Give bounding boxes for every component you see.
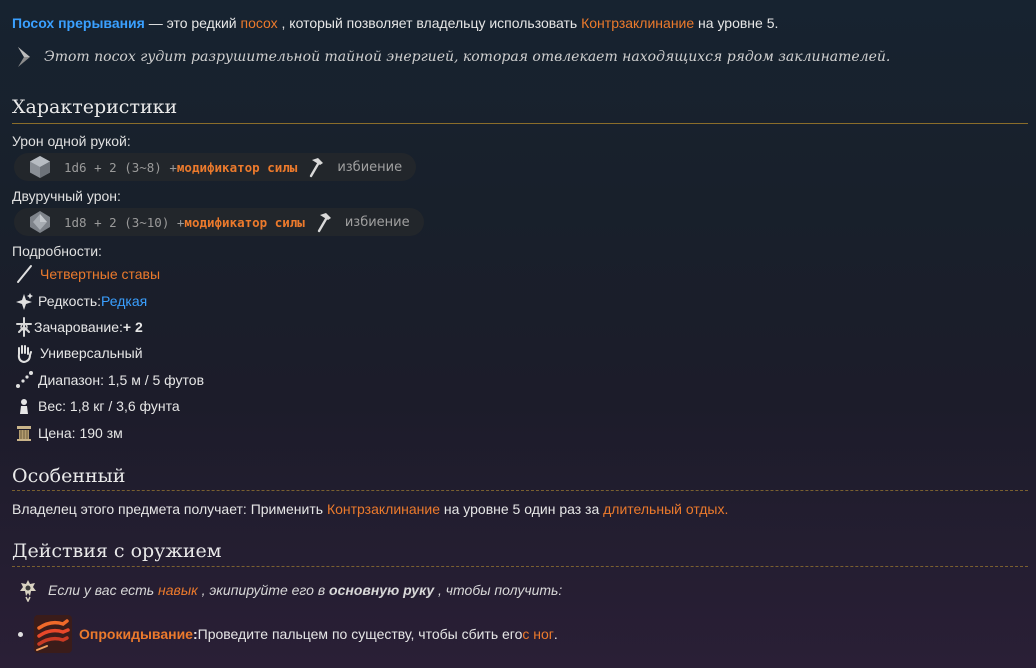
rarity-label: Редкость: <box>38 293 102 309</box>
proficiency-link[interactable]: навык <box>158 582 198 598</box>
action-description: Проведите пальцем по существу, чтобы сби… <box>197 626 523 642</box>
action-end: . <box>553 626 558 642</box>
details-label: Подробности: <box>12 243 102 259</box>
detail-range: Диапазон: 1,5 м / 5 футов <box>14 370 204 390</box>
bludgeon-icon <box>317 213 331 233</box>
range-icon <box>16 371 33 388</box>
special-spell-link[interactable]: Контрзаклинание <box>327 501 440 517</box>
spell-link[interactable]: Контрзаклинание <box>581 15 694 31</box>
prone-link[interactable]: с ног <box>522 626 554 642</box>
intro-line: Посох прерывания — это редкий посох , ко… <box>12 15 778 31</box>
flavor-quote: Этот посох гудит разрушительной тайной э… <box>14 46 890 68</box>
one-hand-damage-type: избиение <box>337 159 403 175</box>
quote-marker-icon <box>18 47 30 67</box>
detail-category: Четвертные ставы <box>14 264 160 284</box>
special-text: Владелец этого предмета получает: Примен… <box>12 501 728 517</box>
enchant-label: Зачарование: <box>34 319 123 335</box>
special-divider <box>12 490 1028 491</box>
special-heading: Особенный <box>12 465 126 487</box>
detail-rarity: Редкость: Редкая <box>14 291 147 311</box>
topple-action-link[interactable]: Опрокидывание <box>79 626 193 642</box>
characteristics-heading: Характеристики <box>12 96 178 118</box>
weapon-actions-divider <box>12 566 1028 567</box>
quarterstaff-icon <box>17 265 32 283</box>
intro-text-2: , который позволяет владельцу использова… <box>277 15 582 31</box>
characteristics-divider <box>12 123 1028 124</box>
long-rest-link[interactable]: длительный отдых. <box>603 501 728 517</box>
two-hand-modifier[interactable]: модификатор силы <box>184 215 304 230</box>
range-text: Диапазон: 1,5 м / 5 футов <box>38 372 205 388</box>
category-link[interactable]: Четвертные ставы <box>40 266 160 282</box>
detail-weight: Вес: 1,8 кг / 3,6 фунта <box>14 396 180 416</box>
handedness-text: Универсальный <box>40 345 143 361</box>
rarity-value-link[interactable]: Редкая <box>101 293 147 309</box>
item-type-link[interactable]: посох <box>240 15 277 31</box>
detail-handedness: Универсальный <box>14 343 143 363</box>
detail-enchantment: Зачарование: + 2 <box>14 317 143 337</box>
enchant-value: + 2 <box>122 319 143 335</box>
price-text: Цена: 190 зм <box>38 425 123 441</box>
one-hand-modifier[interactable]: модификатор силы <box>177 160 297 175</box>
d8-die-icon <box>30 211 50 233</box>
two-hand-dice: 1d8 + 2 (3~10) + <box>64 214 185 230</box>
two-hand-damage-type: избиение <box>344 214 410 230</box>
one-hand-label: Урон одной рукой: <box>12 133 131 149</box>
item-name-link[interactable]: Посох прерывания <box>12 15 145 31</box>
weight-text: Вес: 1,8 кг / 3,6 фунта <box>38 398 180 414</box>
main-hand-text: основную руку <box>329 582 435 598</box>
intro-text-1: — это редкий <box>144 15 241 31</box>
weight-icon <box>20 399 28 414</box>
list-bullet <box>18 631 23 637</box>
note-text-2: , экипируйте его в <box>197 582 330 598</box>
hand-icon <box>17 345 32 363</box>
topple-action-icon <box>34 615 72 653</box>
weapon-actions-heading: Действия с оружием <box>12 540 222 562</box>
note-text-1: Если у вас есть <box>48 582 159 598</box>
intro-text-3: на уровне 5. <box>694 15 779 31</box>
note-text-3: , чтобы получить: <box>434 582 563 598</box>
bludgeon-icon <box>310 158 324 178</box>
one-hand-dice: 1d6 + 2 (3~8) + <box>64 159 177 175</box>
sparkle-icon <box>16 293 33 310</box>
weapon-action-item: Опрокидывание : Проведите пальцем по сущ… <box>18 614 558 654</box>
two-hand-damage: 1d8 + 2 (3~10) + модификатор силы избиен… <box>14 208 424 236</box>
special-text-2: на уровне 5 один раз за <box>440 501 604 517</box>
special-text-1: Владелец этого предмета получает: Примен… <box>12 501 327 517</box>
coin-stack-icon <box>17 426 31 441</box>
d6-die-icon <box>30 156 50 178</box>
quote-text: Этот посох гудит разрушительной тайной э… <box>44 49 891 65</box>
detail-price: Цена: 190 зм <box>14 423 123 443</box>
one-hand-damage: 1d6 + 2 (3~8) + модификатор силы избиени… <box>14 153 417 181</box>
proficiency-icon <box>20 580 36 602</box>
enchantment-icon <box>16 317 32 337</box>
two-hand-label: Двуручный урон: <box>12 188 121 204</box>
weapon-actions-note: Если у вас есть навык , экипируйте его в… <box>18 578 562 602</box>
